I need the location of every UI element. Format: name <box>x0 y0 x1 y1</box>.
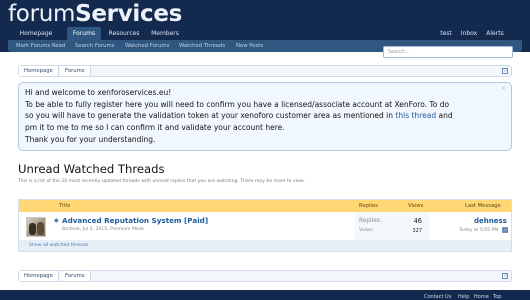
jump-to-icon[interactable]: ↗ <box>502 273 508 279</box>
close-icon[interactable]: × <box>501 86 506 92</box>
column-views[interactable]: Views <box>408 200 423 212</box>
account-link-inbox[interactable]: Inbox <box>459 27 479 40</box>
unread-icon: ◆ <box>54 217 59 224</box>
notice-line: so you will have to generate the validat… <box>25 110 505 122</box>
views-count: 327 <box>412 228 422 234</box>
account-link-alerts[interactable]: Alerts <box>484 27 506 40</box>
notice-text: and <box>438 111 453 121</box>
footer-help[interactable]: Help <box>458 294 469 300</box>
replies-label: Replies: <box>359 218 382 224</box>
jump-to-icon[interactable]: ↗ <box>502 68 508 74</box>
notice-line: To be able to fully register here you wi… <box>25 99 450 109</box>
breadcrumb-homepage[interactable]: Homepage <box>19 271 59 281</box>
breadcrumb-homepage[interactable]: Homepage <box>19 66 59 76</box>
search-input[interactable]: Search... <box>383 46 513 58</box>
column-last-message[interactable]: Last Message <box>465 200 501 212</box>
subnav-mark-forums-read[interactable]: Mark Forums Read <box>16 40 65 52</box>
table-header: Title Replies Views Last Message <box>19 200 511 212</box>
breadcrumb-forums[interactable]: Forums <box>60 271 91 281</box>
subnav-watched-forums[interactable]: Watched Forums <box>125 40 169 52</box>
breadcrumb-bottom: Homepage Forums ↗ <box>18 270 512 282</box>
thread-stats: Replies: 46 Views: 327 <box>355 212 429 240</box>
page-title: Unread Watched Threads <box>18 162 165 176</box>
logo-prefix: forum <box>8 1 76 27</box>
logo-suffix: Services <box>75 1 183 27</box>
tab-forums[interactable]: Forums <box>67 27 101 40</box>
account-link-user[interactable]: test <box>437 27 455 40</box>
tab-members[interactable]: Members <box>148 27 182 40</box>
subnav-search-forums[interactable]: Search Forums <box>75 40 114 52</box>
avatar-figure <box>37 222 44 235</box>
last-post-time[interactable]: Today at 5:05 PM <box>459 228 498 234</box>
avatar-figure <box>29 223 36 235</box>
site-logo[interactable]: forumServices <box>8 0 182 28</box>
go-to-last-post-icon[interactable]: › <box>502 227 508 233</box>
tab-homepage[interactable]: Homepage <box>17 27 55 40</box>
page-description: This is a list of the 20 most recently-u… <box>18 179 305 184</box>
nav-bar: Homepage Forums Resources Members test I… <box>0 27 530 40</box>
notice-line: Thank you for your understanding. <box>25 134 156 144</box>
subnav-new-posts[interactable]: New Posts <box>236 40 263 52</box>
footer-top[interactable]: Top <box>493 294 501 300</box>
show-all-watched-link[interactable]: Show all watched threads <box>29 240 88 251</box>
notice-line: pm it to me to me so I can confirm it an… <box>25 123 285 133</box>
table-footer: Show all watched threads <box>19 240 511 251</box>
avatar[interactable] <box>26 217 46 237</box>
notice-text: so you will have to generate the validat… <box>25 111 394 121</box>
table-row: ◆ Advanced Reputation System [Paid] Borb… <box>19 212 511 240</box>
last-poster-link[interactable]: dehness <box>474 217 507 226</box>
site-footer: Contact Us Help Home Top <box>0 290 530 300</box>
tab-resources[interactable]: Resources <box>105 27 143 40</box>
footer-contact-us[interactable]: Contact Us <box>424 294 451 300</box>
notice-line: Hi and welcome to xenforoservices.eu! <box>25 88 172 97</box>
views-label: Views: <box>359 228 374 233</box>
site-header: forumServices Homepage Forums Resources … <box>0 0 530 52</box>
column-replies[interactable]: Replies <box>359 200 378 212</box>
breadcrumb: Homepage Forums ↗ <box>18 65 512 77</box>
footer-home[interactable]: Home <box>474 294 489 300</box>
notice-box: × Hi and welcome to xenforoservices.eu! … <box>18 82 512 151</box>
watched-threads-table: Title Replies Views Last Message ◆ Advan… <box>18 199 512 252</box>
breadcrumb-forums[interactable]: Forums <box>60 66 91 76</box>
thread-title-link[interactable]: Advanced Reputation System [Paid] <box>62 216 208 226</box>
column-title[interactable]: Title <box>59 200 70 212</box>
thread-meta: Borbole, Jul 5, 2015, Premium Mods <box>62 227 145 232</box>
notice-thread-link[interactable]: this thread <box>395 111 436 120</box>
subnav-watched-threads[interactable]: Watched Threads <box>179 40 225 52</box>
replies-count: 46 <box>413 217 422 225</box>
